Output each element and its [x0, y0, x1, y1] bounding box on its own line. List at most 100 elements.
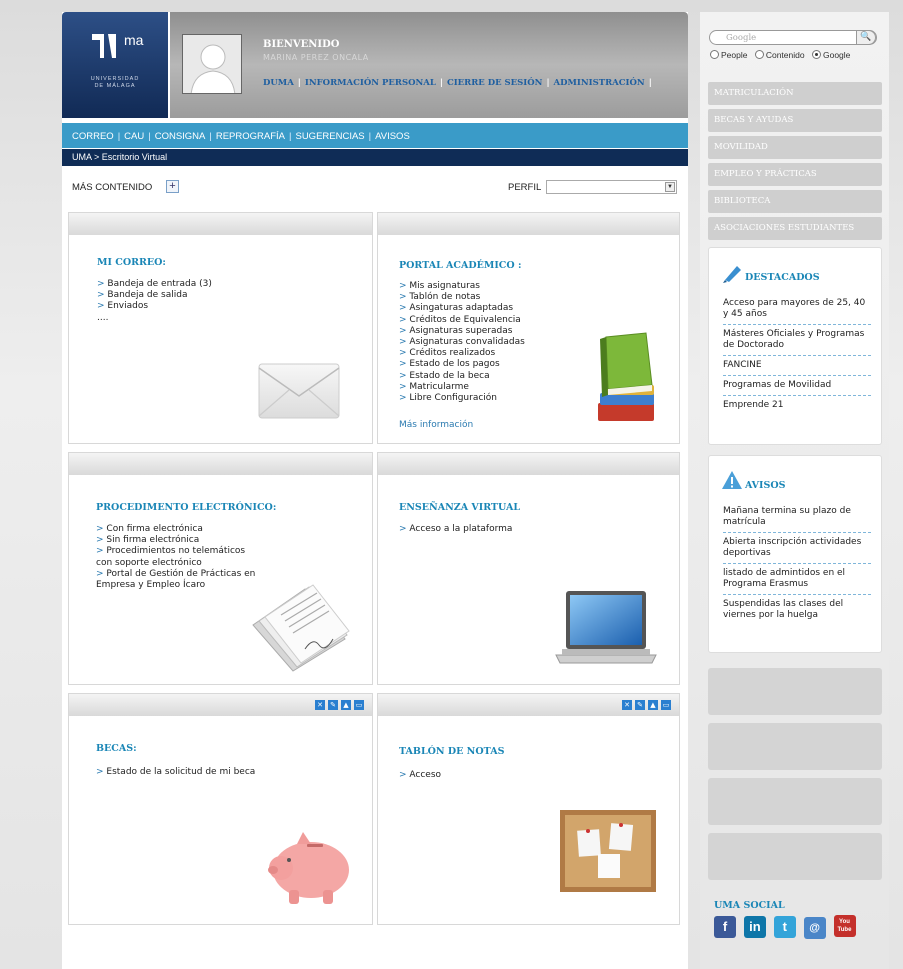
avisos-item[interactable]: Abierta inscripción actividades deportiv… [723, 537, 871, 564]
avisos-item[interactable]: Mañana termina su plazo de matrícula [723, 506, 871, 533]
logo-text: ma [124, 32, 144, 48]
nav-avisos[interactable]: AVISOS [375, 131, 410, 142]
collapse-icon[interactable]: ▲ [648, 700, 658, 710]
side-menu-movilidad[interactable]: MOVILIDAD [708, 136, 882, 159]
envelope-icon [258, 363, 340, 419]
panel-header [69, 213, 372, 235]
avisos-item[interactable]: listado de admintidos en el Programa Era… [723, 568, 871, 595]
nav-sugerencias[interactable]: SUGERENCIAS [295, 131, 364, 142]
portal-mis-asignaturas-link[interactable]: Mis asignaturas [399, 281, 525, 292]
destacados-item[interactable]: Emprende 21 [723, 400, 871, 415]
uma-logo[interactable]: ma UNIVERSIDAD DE MÁLAGA [62, 12, 168, 118]
email-icon[interactable]: @ [803, 917, 826, 939]
proc-portal-practicas-link[interactable]: Portal de Gestión de Prácticas en [96, 569, 255, 580]
portal-creditos-realizados-link[interactable]: Créditos realizados [399, 348, 525, 359]
becas-estado-solicitud-link[interactable]: Estado de la solicitud de mi beca [96, 767, 255, 778]
more-content-label[interactable]: MÁS CONTENIDO [72, 182, 152, 193]
correo-sent-link[interactable]: Enviados [97, 301, 212, 312]
ensenanza-list: Acceso a la plataforma [399, 524, 512, 535]
side-menu: MATRICULACIÓN BECAS Y AYUDAS MOVILIDAD E… [708, 82, 882, 244]
panel-header: ✕ ✎ ▲ ▭ [378, 694, 679, 716]
portal-matricularme-link[interactable]: Matricularme [399, 382, 525, 393]
radio-people-label: People [721, 50, 748, 60]
proc-no-telematicos-cont[interactable]: con soporte electrónico [96, 558, 255, 569]
destacados-item[interactable]: FANCINE [723, 360, 871, 376]
search-icon[interactable]: 🔍 [856, 30, 876, 45]
radio-circle[interactable] [754, 50, 764, 59]
chevron-down-icon[interactable]: ▼ [665, 182, 675, 192]
panel-tools: ✕ ✎ ▲ ▭ [312, 700, 364, 710]
proc-no-telematicos-link[interactable]: Procedimientos no telemáticos [96, 546, 255, 557]
close-icon[interactable]: ✕ [315, 700, 325, 710]
radio-google[interactable]: Google [811, 50, 850, 60]
close-icon[interactable]: ✕ [622, 700, 632, 710]
ensenanza-acceso-link[interactable]: Acceso a la plataforma [399, 524, 512, 535]
maximize-icon[interactable]: ▭ [661, 700, 671, 710]
panel-ensenanza: ENSEÑANZA VIRTUAL Acceso a la plataforma [377, 452, 680, 685]
side-menu-becas[interactable]: BECAS Y AYUDAS [708, 109, 882, 132]
destacados-box: DESTACADOS Acceso para mayores de 25, 40… [708, 247, 882, 445]
perfil-select[interactable]: ▼ [546, 180, 677, 194]
radio-people[interactable]: People [710, 50, 747, 60]
panel-title: PORTAL ACADÉMICO : [399, 260, 522, 271]
maximize-icon[interactable]: ▭ [354, 700, 364, 710]
nav-correo[interactable]: CORREO [72, 131, 114, 142]
becas-list: Estado de la solicitud de mi beca [96, 767, 255, 778]
destacados-title: DESTACADOS [745, 272, 820, 283]
side-menu-asociaciones[interactable]: ASOCIACIONES ESTUDIANTES [708, 217, 882, 240]
portal-estado-beca-link[interactable]: Estado de la beca [399, 371, 525, 382]
perfil-label: PERFIL [508, 182, 542, 193]
link-cierre-sesion[interactable]: CIERRE DE SESIÓN [447, 78, 543, 88]
top-nav: CORREO | CAU | CONSIGNA | REPROGRAFÍA | SUGERENC… [62, 123, 688, 148]
nav-reprografia[interactable]: REPROGRAFÍA [216, 131, 285, 142]
portal-estado-pagos-link[interactable]: Estado de los pagos [399, 359, 525, 370]
nav-consigna[interactable]: CONSIGNA [155, 131, 206, 142]
proc-sin-firma-link[interactable]: Sin firma electrónica [96, 535, 255, 546]
portal-tablon-notas-link[interactable]: Tablón de notas [399, 292, 525, 303]
panel-header [378, 213, 679, 235]
destacados-item[interactable]: Programas de Movilidad [723, 380, 871, 396]
avisos-title: AVISOS [745, 480, 786, 491]
empty-slot [708, 833, 882, 880]
panel-tools: ✕ ✎ ▲ ▭ [619, 700, 671, 710]
portal-asignaturas-adaptadas-link[interactable]: Asingaturas adaptadas [399, 303, 525, 314]
collapse-icon[interactable]: ▲ [341, 700, 351, 710]
avisos-item[interactable]: Suspendidas las clases del viernes por l… [723, 599, 871, 625]
portal-asignaturas-superadas-link[interactable]: Asignaturas superadas [399, 326, 525, 337]
search-input[interactable]: Google 🔍 [709, 30, 877, 45]
edit-icon[interactable]: ✎ [328, 700, 338, 710]
linkedin-icon[interactable]: in [743, 916, 766, 938]
proc-con-firma-link[interactable]: Con firma electrónica [96, 524, 255, 535]
twitter-icon[interactable]: t [773, 916, 796, 938]
warning-icon [722, 471, 742, 489]
link-duma[interactable]: DUMA [263, 78, 294, 88]
correo-outbox-link[interactable]: Bandeja de salida [97, 290, 212, 301]
facebook-icon[interactable]: f [714, 916, 736, 938]
portal-asignaturas-convalidadas-link[interactable]: Asignaturas convalidadas [399, 337, 524, 348]
panel-header [69, 453, 372, 475]
link-informacion-personal[interactable]: INFORMACIÓN PERSONAL [305, 78, 436, 88]
destacados-item[interactable]: Acceso para mayores de 25, 40 y 45 años [723, 298, 871, 325]
portal-more-info-link[interactable]: Más información [399, 420, 473, 430]
proc-portal-practicas-cont[interactable]: Empresa y Empleo Ícaro [96, 580, 255, 591]
breadcrumb[interactable]: UMA > Escritorio Virtual [62, 149, 688, 166]
destacados-item[interactable]: Másteres Oficiales y Programas de Doctor… [723, 329, 871, 356]
youtube-icon[interactable]: You Tube [833, 915, 856, 937]
panel-becas: ✕✎▲▭ BECAS: Estado de la solicitud de mi… [68, 693, 373, 925]
edit-icon[interactable]: ✎ [635, 700, 645, 710]
nav-cau[interactable]: CAU [124, 131, 144, 142]
side-menu-matriculacion[interactable]: MATRICULACIÓN [708, 82, 882, 105]
side-menu-empleo[interactable]: EMPLEO Y PRÁCTICAS [708, 163, 882, 186]
tablon-acceso-link[interactable]: Acceso [399, 770, 441, 781]
radio-circle-checked[interactable] [811, 50, 821, 59]
link-administracion[interactable]: ADMINISTRACIÓN [554, 78, 645, 88]
panel-header [378, 453, 679, 475]
radio-contenido[interactable]: Contenido [754, 50, 805, 60]
add-content-button[interactable]: + [166, 180, 179, 193]
radio-circle[interactable] [710, 50, 719, 59]
logo-university-line2: DE MÁLAGA [94, 83, 136, 89]
portal-libre-configuracion-link[interactable]: Libre Configuración [399, 393, 525, 404]
correo-inbox-link[interactable]: Bandeja de entrada (3) [97, 279, 211, 290]
side-menu-biblioteca[interactable]: BIBLIOTECA [708, 190, 882, 213]
portal-creditos-equivalencia-link[interactable]: Créditos de Equivalencia [399, 315, 525, 326]
